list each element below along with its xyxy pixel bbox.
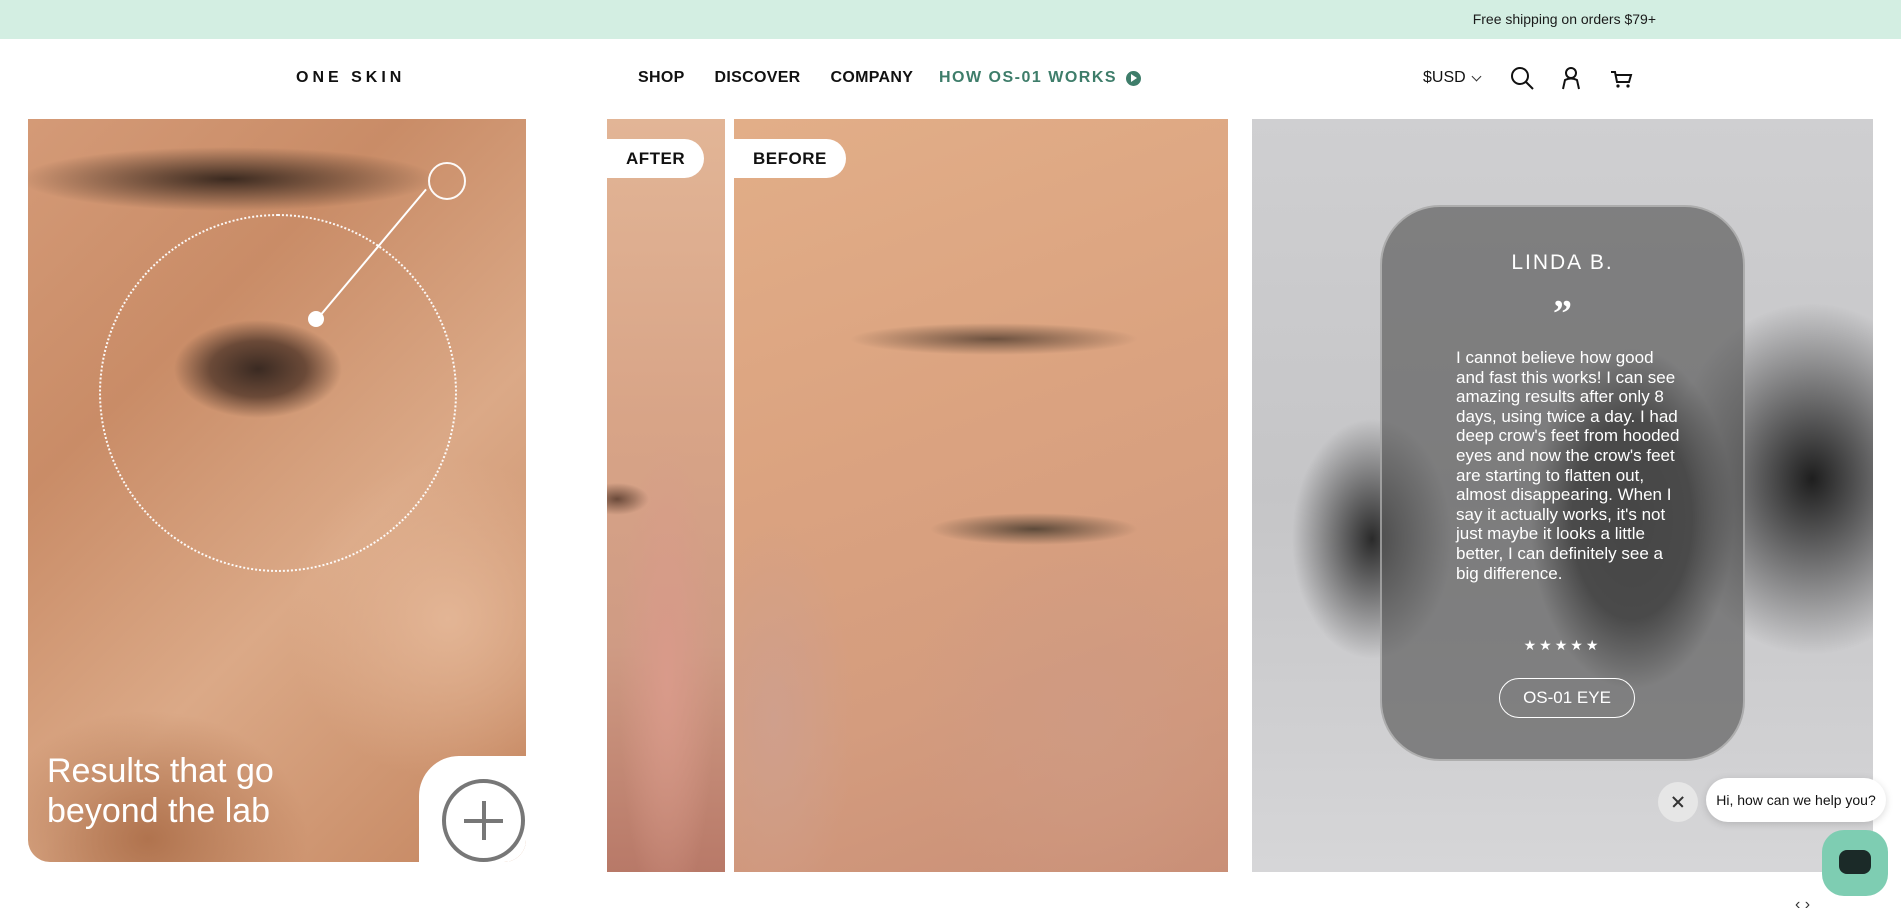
chat-icon: [1839, 850, 1871, 874]
review-card: LINDA B. ” I cannot believe how good and…: [1380, 205, 1745, 761]
panel-title: Results that go beyond the lab: [47, 752, 274, 830]
nav-company[interactable]: COMPANY: [831, 69, 914, 87]
carousel-arrows[interactable]: ‹ ›: [1795, 896, 1810, 908]
chat-launcher-button[interactable]: [1822, 830, 1888, 896]
nav-how-it-works-label: HOW OS-01 WORKS: [939, 69, 1118, 86]
close-icon[interactable]: [1658, 782, 1698, 822]
chat-greeting[interactable]: Hi, how can we help you?: [1706, 778, 1886, 822]
star-rating: ★★★★★: [1523, 637, 1602, 653]
cart-icon[interactable]: [1608, 65, 1634, 91]
nav-how-it-works[interactable]: HOW OS-01 WORKS: [939, 69, 1142, 87]
after-image: [607, 119, 725, 872]
review-text: I cannot believe how good and fast this …: [1456, 348, 1680, 583]
site-header: ONE SKIN SHOP DISCOVER COMPANY HOW OS-01…: [0, 39, 1901, 119]
zoom-circle: [99, 214, 457, 572]
before-after-panel: AFTER BEFORE: [607, 119, 1228, 872]
product-button[interactable]: OS-01 EYE: [1499, 678, 1635, 718]
reviewer-name: LINDA B.: [1511, 251, 1614, 274]
account-icon[interactable]: [1558, 65, 1584, 91]
announcement-text: Free shipping on orders $79+: [1472, 11, 1656, 27]
lab-results-panel: Results that go beyond the lab: [28, 119, 526, 862]
logo[interactable]: ONE SKIN: [296, 69, 405, 87]
target-circle: [428, 162, 466, 200]
pointer-dot: [308, 311, 324, 327]
play-icon: [1126, 70, 1142, 86]
after-label: AFTER: [607, 139, 705, 178]
chevron-down-icon: [1471, 71, 1482, 81]
search-icon[interactable]: [1509, 65, 1535, 91]
currency-selector[interactable]: $USD: [1423, 69, 1482, 87]
before-label: BEFORE: [734, 139, 846, 178]
nav-discover[interactable]: DISCOVER: [715, 69, 801, 87]
main-nav: SHOP DISCOVER COMPANY: [638, 69, 943, 87]
review-panel: LINDA B. ” I cannot believe how good and…: [1252, 119, 1873, 872]
nav-shop[interactable]: SHOP: [638, 69, 685, 87]
before-image: [734, 119, 1228, 872]
announcement-bar: Free shipping on orders $79+: [0, 0, 1901, 39]
plus-icon[interactable]: [442, 779, 525, 862]
currency-label: $USD: [1423, 69, 1466, 86]
quote-icon: ”: [1553, 293, 1572, 335]
